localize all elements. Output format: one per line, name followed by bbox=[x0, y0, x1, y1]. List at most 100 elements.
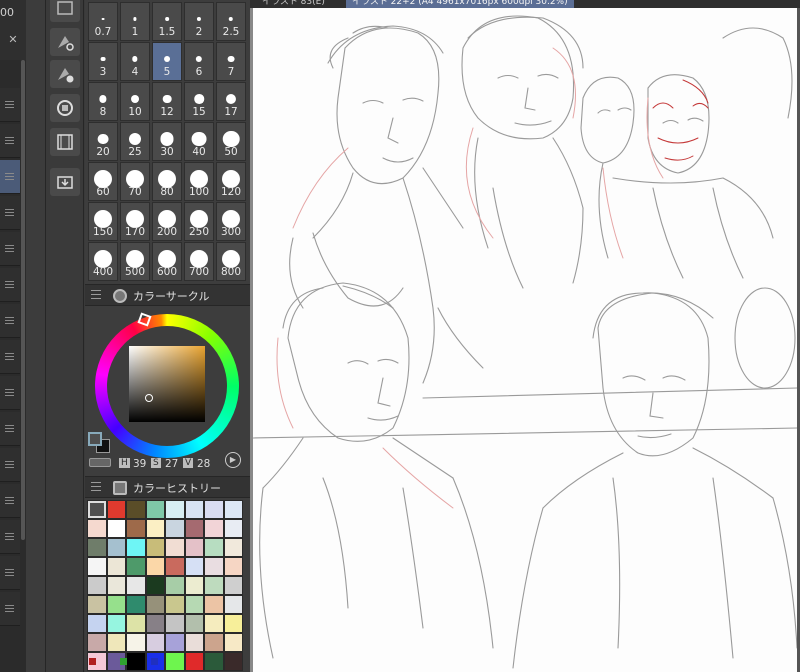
brush-size-15[interactable]: 15 bbox=[184, 82, 214, 121]
color-swatch[interactable] bbox=[106, 614, 126, 633]
color-swatch[interactable] bbox=[184, 519, 204, 538]
brush-size-1[interactable]: 1 bbox=[120, 2, 150, 41]
drawing-canvas[interactable] bbox=[253, 8, 797, 672]
main-drawing-color[interactable] bbox=[88, 432, 102, 446]
color-swatch[interactable] bbox=[184, 614, 204, 633]
brush-size-2.5[interactable]: 2.5 bbox=[216, 2, 246, 41]
brush-size-5[interactable]: 5 bbox=[152, 42, 182, 81]
layer-row[interactable] bbox=[0, 268, 20, 302]
brush-tip-button[interactable] bbox=[50, 60, 80, 88]
color-swatch[interactable] bbox=[223, 633, 243, 652]
layer-row[interactable] bbox=[0, 160, 20, 194]
color-swatch[interactable] bbox=[106, 538, 126, 557]
color-swatch[interactable] bbox=[223, 595, 243, 614]
brush-size-300[interactable]: 300 bbox=[216, 202, 246, 241]
brush-size-120[interactable]: 120 bbox=[216, 162, 246, 201]
layer-property-button[interactable] bbox=[50, 94, 80, 122]
drag-handle-icon[interactable] bbox=[5, 533, 14, 540]
color-swatch[interactable] bbox=[145, 614, 165, 633]
color-swatch[interactable] bbox=[126, 500, 146, 519]
color-chip[interactable] bbox=[151, 658, 158, 665]
brush-size-4[interactable]: 4 bbox=[120, 42, 150, 81]
color-swatch[interactable] bbox=[126, 538, 146, 557]
brush-size-700[interactable]: 700 bbox=[184, 242, 214, 281]
brush-size-3[interactable]: 3 bbox=[88, 42, 118, 81]
brush-size-400[interactable]: 400 bbox=[88, 242, 118, 281]
drag-handle-icon[interactable] bbox=[5, 209, 14, 216]
color-swatch[interactable] bbox=[165, 614, 185, 633]
color-swatch[interactable] bbox=[223, 614, 243, 633]
layer-row[interactable] bbox=[0, 556, 20, 590]
color-swatch[interactable] bbox=[165, 633, 185, 652]
document-tab[interactable]: イラスト 22+2 (A4 4961x7016px 600dpi 30.2%) bbox=[346, 0, 574, 8]
color-swatch[interactable] bbox=[106, 595, 126, 614]
brush-size-60[interactable]: 60 bbox=[88, 162, 118, 201]
color-swatch[interactable] bbox=[184, 595, 204, 614]
sub-tool-button-top[interactable] bbox=[50, 0, 80, 22]
color-swatch[interactable] bbox=[87, 576, 107, 595]
color-swatch[interactable] bbox=[165, 500, 185, 519]
layer-row[interactable] bbox=[0, 592, 20, 626]
animation-button[interactable] bbox=[50, 128, 80, 156]
brush-size-500[interactable]: 500 bbox=[120, 242, 150, 281]
brush-size-2[interactable]: 2 bbox=[184, 2, 214, 41]
color-swatch[interactable] bbox=[87, 500, 107, 519]
color-swatch[interactable] bbox=[204, 538, 224, 557]
drag-handle-icon[interactable] bbox=[5, 605, 14, 612]
color-swatch[interactable] bbox=[106, 633, 126, 652]
color-swatch[interactable] bbox=[223, 538, 243, 557]
drag-handle-icon[interactable] bbox=[5, 353, 14, 360]
color-swatch[interactable] bbox=[145, 633, 165, 652]
layer-row[interactable] bbox=[0, 232, 20, 266]
color-swatch[interactable] bbox=[126, 633, 146, 652]
brush-size-170[interactable]: 170 bbox=[120, 202, 150, 241]
color-swatch[interactable] bbox=[165, 595, 185, 614]
color-swatch[interactable] bbox=[184, 557, 204, 576]
color-swatch[interactable] bbox=[223, 557, 243, 576]
color-mode-toggle-icon[interactable] bbox=[89, 458, 111, 467]
layer-scrollbar[interactable] bbox=[21, 60, 25, 540]
color-swatch[interactable] bbox=[223, 576, 243, 595]
color-swatch[interactable] bbox=[204, 557, 224, 576]
drag-handle-icon[interactable] bbox=[5, 173, 14, 180]
brush-size-200[interactable]: 200 bbox=[152, 202, 182, 241]
brush-size-40[interactable]: 40 bbox=[184, 122, 214, 161]
color-swatch[interactable] bbox=[165, 576, 185, 595]
color-swatch[interactable] bbox=[106, 519, 126, 538]
color-swatch[interactable] bbox=[126, 557, 146, 576]
brush-size-50[interactable]: 50 bbox=[216, 122, 246, 161]
layer-row[interactable] bbox=[0, 340, 20, 374]
color-swatch[interactable] bbox=[126, 595, 146, 614]
color-swatch[interactable] bbox=[204, 633, 224, 652]
panel-menu-icon[interactable] bbox=[91, 290, 101, 300]
color-swatch[interactable] bbox=[87, 538, 107, 557]
brush-size-0.7[interactable]: 0.7 bbox=[88, 2, 118, 41]
saturation-value-square[interactable] bbox=[129, 346, 205, 422]
color-swatch[interactable] bbox=[204, 519, 224, 538]
color-swatch[interactable] bbox=[204, 500, 224, 519]
brush-size-70[interactable]: 70 bbox=[120, 162, 150, 201]
color-swatch[interactable] bbox=[126, 576, 146, 595]
brush-size-10[interactable]: 10 bbox=[120, 82, 150, 121]
color-swatch[interactable] bbox=[145, 500, 165, 519]
drag-handle-icon[interactable] bbox=[5, 137, 14, 144]
color-swatch[interactable] bbox=[87, 557, 107, 576]
drag-handle-icon[interactable] bbox=[5, 245, 14, 252]
document-tab[interactable]: イラスト 83(E) bbox=[256, 0, 331, 8]
layer-row[interactable] bbox=[0, 196, 20, 230]
layer-row[interactable] bbox=[0, 412, 20, 446]
color-swatch[interactable] bbox=[165, 538, 185, 557]
color-swatch[interactable] bbox=[165, 519, 185, 538]
layer-row[interactable] bbox=[0, 484, 20, 518]
sv-picker-marker[interactable] bbox=[145, 394, 153, 402]
color-swatch[interactable] bbox=[145, 557, 165, 576]
color-swatch[interactable] bbox=[145, 595, 165, 614]
brush-size-80[interactable]: 80 bbox=[152, 162, 182, 201]
brush-size-150[interactable]: 150 bbox=[88, 202, 118, 241]
brush-size-6[interactable]: 6 bbox=[184, 42, 214, 81]
drag-handle-icon[interactable] bbox=[5, 101, 14, 108]
color-chip[interactable] bbox=[89, 658, 96, 665]
brush-size-8[interactable]: 8 bbox=[88, 82, 118, 121]
brush-size-600[interactable]: 600 bbox=[152, 242, 182, 281]
drag-handle-icon[interactable] bbox=[5, 497, 14, 504]
